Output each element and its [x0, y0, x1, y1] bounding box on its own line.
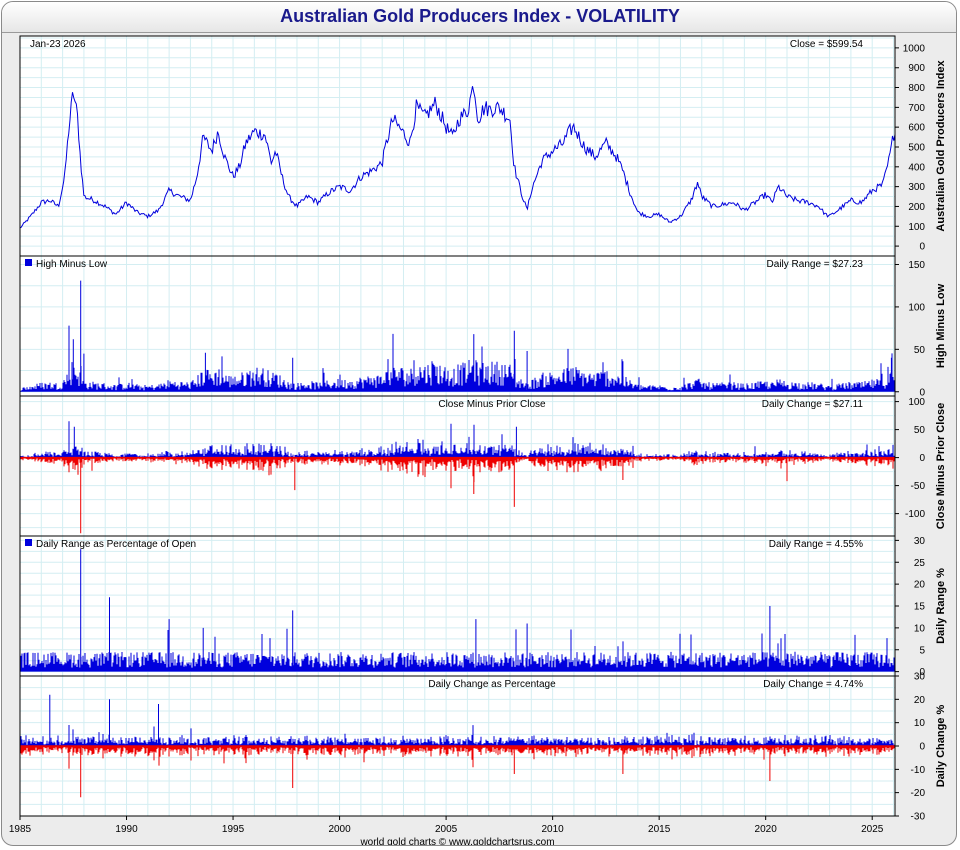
x-tick-label: 2010	[542, 824, 565, 835]
y-tick-label: 20	[914, 580, 926, 591]
y-tick-label: 900	[908, 63, 925, 74]
y-tick-label: 1000	[903, 43, 926, 54]
y-tick-label: 200	[908, 202, 925, 213]
y-tick-label: 30	[914, 536, 926, 547]
y-tick-label: 50	[914, 425, 926, 436]
y-tick-label: 0	[919, 242, 925, 253]
y-tick-label: 400	[908, 162, 925, 173]
x-tick-label: 2025	[861, 824, 884, 835]
x-tick-label: 2000	[328, 824, 351, 835]
panel-left-label: Daily Range as Percentage of Open	[36, 539, 196, 550]
y-tick-label: 15	[914, 602, 926, 613]
y-tick-label: 25	[914, 558, 926, 569]
y-tick-label: 30	[914, 672, 926, 683]
y-tick-label: 0	[919, 742, 925, 753]
x-tick-label: 2015	[648, 824, 671, 835]
panel-left-label: High Minus Low	[36, 259, 108, 270]
footer-credit: world gold charts © www.goldchartsrus.co…	[359, 837, 554, 846]
panel-center-label: Daily Change as Percentage	[428, 679, 556, 690]
y-axis-title: Daily Change %	[935, 705, 947, 788]
y-tick-label: -20	[911, 788, 926, 799]
panel-right-label: Close = $599.54	[790, 39, 864, 50]
chart-frame: Australian Gold Producers Index - VOLATI…	[1, 1, 957, 846]
y-tick-label: 300	[908, 182, 925, 193]
y-tick-label: -30	[911, 812, 926, 823]
legend-swatch	[25, 539, 32, 546]
y-tick-label: 150	[908, 260, 925, 271]
x-tick-label: 2005	[435, 824, 458, 835]
y-tick-label: 800	[908, 83, 925, 94]
y-tick-label: 500	[908, 142, 925, 153]
y-tick-label: -100	[905, 509, 925, 520]
chart-canvas: 01002003004005006007008009001000Australi…	[9, 35, 947, 846]
panel-right-label: Daily Change = 4.74%	[763, 679, 863, 690]
panel-left-label: Jan-23 2026	[30, 39, 86, 50]
x-tick-label: 1990	[115, 824, 138, 835]
y-axis-title: Daily Range %	[935, 568, 947, 644]
y-tick-label: 10	[914, 623, 926, 634]
y-tick-label: 0	[919, 453, 925, 464]
y-tick-label: 600	[908, 123, 925, 134]
y-tick-label: 700	[908, 103, 925, 114]
y-tick-label: 10	[914, 718, 926, 729]
y-axis-title: Close Minus Prior Close	[935, 403, 947, 530]
panel-right-label: Daily Range = 4.55%	[769, 539, 863, 550]
panel-center-label: Close Minus Prior Close	[438, 399, 546, 410]
y-axis-title: High Minus Low	[935, 283, 947, 368]
y-tick-label: 20	[914, 695, 926, 706]
y-tick-label: 100	[908, 302, 925, 313]
y-tick-label: 100	[908, 397, 925, 408]
y-tick-label: -10	[911, 765, 926, 776]
x-tick-label: 2020	[755, 824, 778, 835]
x-tick-label: 1985	[9, 824, 32, 835]
y-tick-label: 5	[919, 645, 925, 656]
y-tick-label: 50	[914, 345, 926, 356]
y-tick-label: -50	[911, 481, 926, 492]
panel-right-label: Daily Change = $27.11	[762, 399, 864, 410]
y-axis-title: Australian Gold Producers Index	[935, 60, 947, 232]
y-tick-label: 100	[908, 222, 925, 233]
legend-swatch	[25, 259, 32, 266]
panel-right-label: Daily Range = $27.23	[767, 259, 864, 270]
x-tick-label: 1995	[222, 824, 245, 835]
